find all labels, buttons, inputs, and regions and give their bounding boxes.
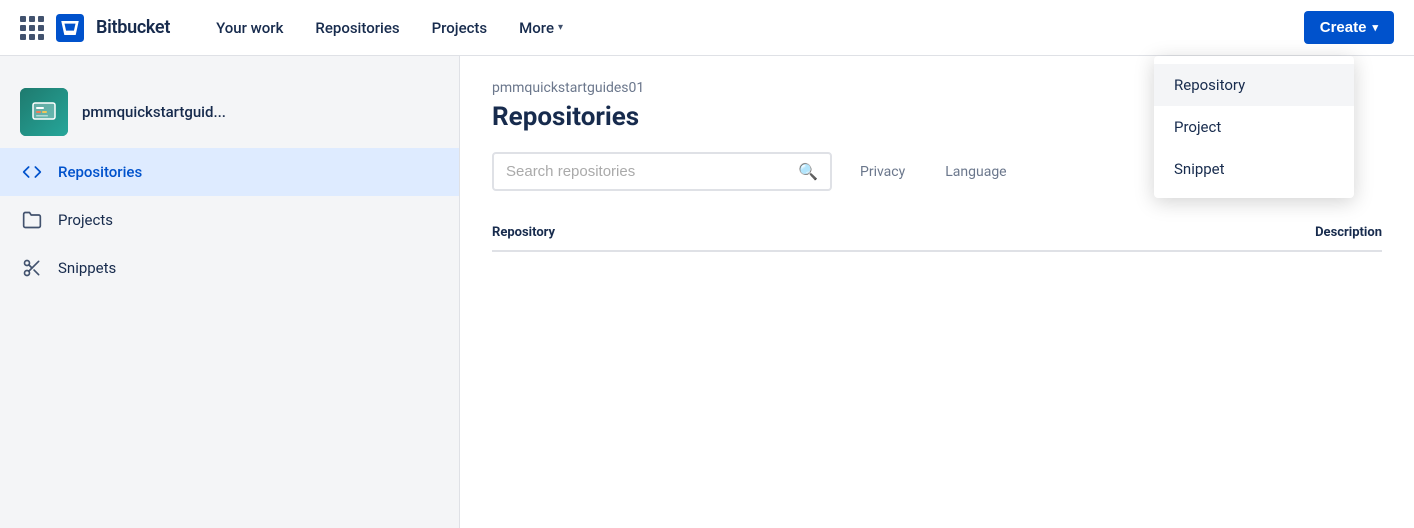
dropdown-item-snippet[interactable]: Snippet [1154, 148, 1354, 190]
search-box: 🔍 [492, 152, 832, 191]
search-input[interactable] [506, 163, 790, 180]
scissors-icon [20, 256, 44, 280]
header-nav: Your work Repositories Projects More ▾ [202, 11, 1304, 45]
create-button[interactable]: Create ▾ [1304, 11, 1394, 44]
folder-icon [20, 208, 44, 232]
workspace-avatar [20, 88, 68, 136]
grid-menu-icon[interactable] [20, 16, 44, 40]
col-repository: Repository [492, 225, 1182, 240]
create-dropdown-menu: Repository Project Snippet [1154, 56, 1354, 198]
col-description: Description [1182, 225, 1382, 240]
language-filter[interactable]: Language [933, 156, 1018, 188]
table-header: Repository Description [492, 215, 1382, 252]
header: Bitbucket Your work Repositories Project… [0, 0, 1414, 56]
sidebar: pmmquickstartguid... Repositories Projec… [0, 56, 460, 528]
nav-repositories[interactable]: Repositories [301, 11, 413, 45]
create-chevron-icon: ▾ [1372, 21, 1378, 34]
search-icon: 🔍 [798, 162, 818, 181]
nav-projects[interactable]: Projects [418, 11, 502, 45]
sidebar-item-projects[interactable]: Projects [0, 196, 459, 244]
brand-name: Bitbucket [96, 17, 170, 38]
code-icon [20, 160, 44, 184]
header-left: Bitbucket [20, 14, 170, 42]
bitbucket-logo-icon [56, 14, 84, 42]
dropdown-item-project[interactable]: Project [1154, 106, 1354, 148]
workspace-item[interactable]: pmmquickstartguid... [0, 76, 459, 148]
privacy-filter[interactable]: Privacy [848, 156, 917, 188]
workspace-name: pmmquickstartguid... [82, 103, 226, 121]
header-right: Create ▾ [1304, 11, 1394, 44]
sidebar-item-repositories[interactable]: Repositories [0, 148, 459, 196]
nav-your-work[interactable]: Your work [202, 11, 297, 45]
more-chevron-icon: ▾ [558, 22, 563, 33]
dropdown-item-repository[interactable]: Repository [1154, 64, 1354, 106]
sidebar-item-snippets[interactable]: Snippets [0, 244, 459, 292]
nav-more[interactable]: More ▾ [505, 11, 577, 45]
